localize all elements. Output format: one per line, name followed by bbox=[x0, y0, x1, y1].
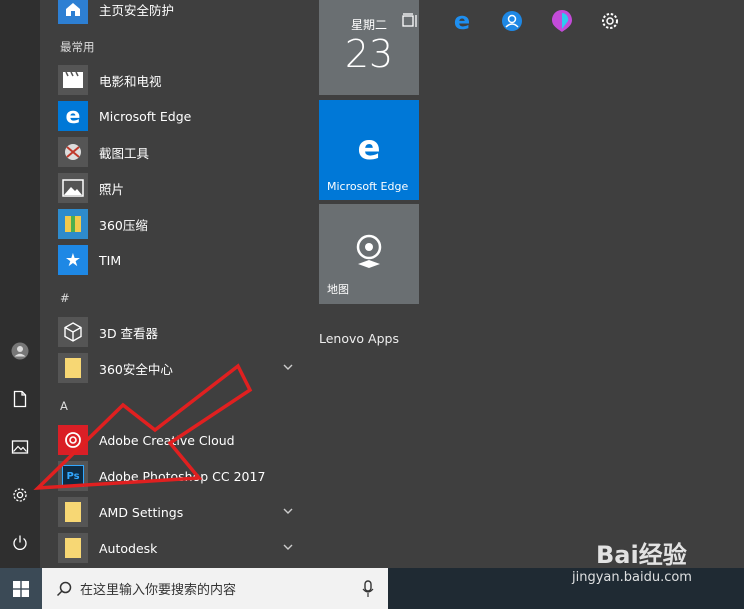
tile-label: 地图 bbox=[327, 283, 349, 296]
app-label: Autodesk bbox=[99, 540, 158, 556]
app-label: Microsoft Edge bbox=[99, 108, 192, 124]
app-item-3d-viewer[interactable]: 3D 查看器 bbox=[58, 314, 303, 350]
chevron-down-icon[interactable] bbox=[281, 540, 295, 554]
folder-icon bbox=[58, 497, 88, 527]
tim-star-icon: ★ bbox=[58, 245, 88, 275]
photoshop-icon: Ps bbox=[58, 461, 88, 491]
pictures-button[interactable] bbox=[0, 427, 40, 467]
settings-button[interactable] bbox=[0, 475, 40, 515]
photo-icon bbox=[58, 173, 88, 203]
search-icon bbox=[56, 581, 72, 596]
app-item-amd-settings[interactable]: AMD Settings bbox=[58, 494, 303, 530]
app-label: 照片 bbox=[99, 181, 125, 197]
taskbar-app-button[interactable] bbox=[540, 0, 584, 41]
app-label: TIM bbox=[99, 252, 122, 268]
windows-icon bbox=[13, 580, 29, 597]
app-item-adobe-cc[interactable]: Adobe Creative Cloud bbox=[58, 422, 303, 458]
power-button[interactable] bbox=[0, 523, 40, 563]
folder-icon bbox=[58, 533, 88, 563]
document-icon bbox=[13, 390, 27, 408]
people-icon bbox=[502, 10, 522, 31]
taskbar-edge-button[interactable]: e bbox=[440, 0, 484, 41]
home-security-icon bbox=[58, 0, 88, 24]
colorful-app-icon bbox=[552, 9, 572, 32]
film-icon bbox=[58, 65, 88, 95]
edge-icon: e bbox=[357, 128, 381, 168]
maps-tile[interactable]: 地图 bbox=[319, 204, 419, 304]
app-item-snipping-tool[interactable]: 截图工具 bbox=[58, 134, 303, 170]
app-item-photos[interactable]: 照片 bbox=[58, 170, 303, 206]
app-item-autodesk[interactable]: Autodesk bbox=[58, 530, 303, 566]
app-label: Adobe Creative Cloud bbox=[99, 432, 235, 448]
app-item-movies-tv[interactable]: 电影和电视 bbox=[58, 62, 303, 98]
taskbar-people-button[interactable] bbox=[490, 0, 534, 41]
tile-group-label[interactable]: Lenovo Apps bbox=[319, 331, 399, 346]
app-label: 360压缩 bbox=[99, 217, 148, 233]
app-label: 主页安全防护 bbox=[99, 2, 175, 18]
gear-icon bbox=[602, 12, 618, 29]
app-item-360-security-folder[interactable]: 360安全中心 bbox=[58, 350, 303, 386]
baidu-watermark: Bai经验 bbox=[596, 541, 687, 569]
edge-icon: e bbox=[453, 6, 471, 35]
app-label: AMD Settings bbox=[99, 504, 184, 520]
app-label: Adobe Photoshop CC 2017 bbox=[99, 468, 266, 484]
start-rail bbox=[0, 0, 40, 568]
chevron-down-icon[interactable] bbox=[281, 360, 295, 374]
app-label: 电影和电视 bbox=[99, 73, 162, 89]
task-view-icon bbox=[402, 12, 417, 27]
folder-icon bbox=[58, 353, 88, 383]
user-account-button[interactable] bbox=[0, 331, 40, 371]
section-header-frequent: 最常用 bbox=[60, 40, 95, 54]
map-pin-icon bbox=[356, 234, 382, 268]
app-item-home-security[interactable]: 主页安全防护 bbox=[58, 0, 303, 27]
documents-button[interactable] bbox=[0, 379, 40, 419]
section-header-hash[interactable]: # bbox=[60, 291, 70, 305]
search-placeholder: 在这里输入你要搜索的内容 bbox=[80, 583, 237, 598]
power-icon bbox=[13, 535, 27, 550]
scissors-icon bbox=[58, 137, 88, 167]
microphone-icon[interactable] bbox=[362, 579, 374, 598]
gear-icon bbox=[13, 488, 27, 502]
edge-tile[interactable]: e Microsoft Edge bbox=[319, 100, 419, 200]
search-box[interactable]: 在这里输入你要搜索的内容 bbox=[42, 568, 388, 609]
creative-cloud-icon bbox=[58, 425, 88, 455]
start-button[interactable] bbox=[0, 568, 42, 609]
app-item-360-zip[interactable]: 360压缩 bbox=[58, 206, 303, 242]
task-view-button[interactable] bbox=[392, 0, 430, 41]
app-label: 3D 查看器 bbox=[99, 325, 159, 341]
taskbar-settings-button[interactable] bbox=[590, 0, 630, 41]
section-header-a[interactable]: A bbox=[60, 399, 68, 413]
archive-icon bbox=[58, 209, 88, 239]
app-item-tim[interactable]: ★ TIM bbox=[58, 242, 303, 278]
app-label: 截图工具 bbox=[99, 145, 150, 161]
edge-icon: e bbox=[58, 101, 88, 131]
app-label: 360安全中心 bbox=[99, 361, 173, 377]
app-list: 主页安全防护 最常用 电影和电视 e Microsoft Edge 截图工具 照… bbox=[58, 0, 303, 568]
tile-label: Microsoft Edge bbox=[327, 180, 409, 193]
start-menu: 主页安全防护 最常用 电影和电视 e Microsoft Edge 截图工具 照… bbox=[0, 0, 744, 568]
chevron-down-icon[interactable] bbox=[281, 504, 295, 518]
user-icon bbox=[11, 342, 29, 360]
cube-icon bbox=[58, 317, 88, 347]
watermark-url: jingyan.baidu.com bbox=[572, 570, 692, 585]
picture-icon bbox=[11, 440, 29, 454]
app-item-edge[interactable]: e Microsoft Edge bbox=[58, 98, 303, 134]
app-item-photoshop[interactable]: Ps Adobe Photoshop CC 2017 bbox=[58, 458, 303, 494]
